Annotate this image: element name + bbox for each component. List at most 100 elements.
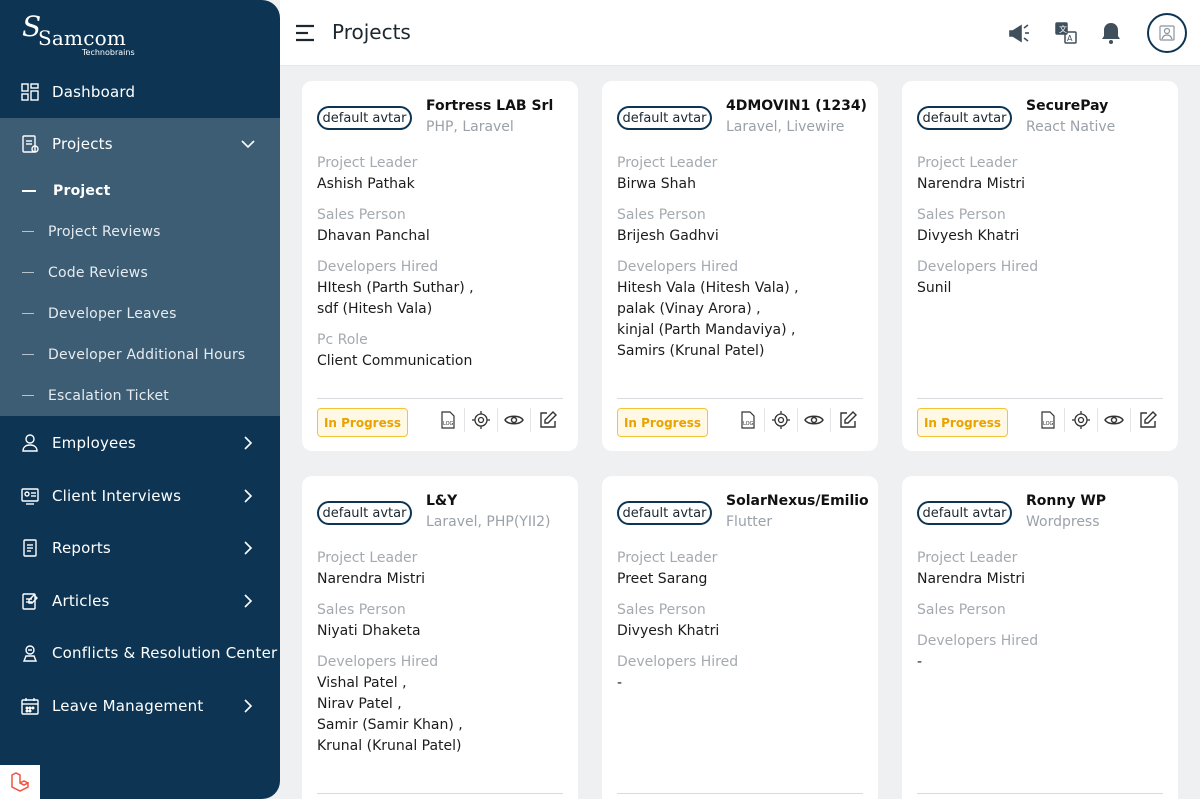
user-avatar[interactable] (1147, 13, 1187, 53)
notification-bell-icon[interactable] (1098, 20, 1124, 46)
employees-icon (20, 433, 40, 453)
project-tech: Laravel, Livewire (726, 119, 845, 135)
settings-target-icon[interactable] (1065, 408, 1098, 432)
submenu-item-project-reviews[interactable]: Project Reviews (0, 211, 280, 252)
project-leader-label: Project Leader (917, 155, 1018, 171)
card-divider (317, 793, 563, 794)
sidebar-item-leave-management[interactable]: Leave Management (0, 680, 280, 732)
project-avatar: default avtar (617, 106, 712, 130)
sidebar-item-label: Reports (52, 539, 111, 557)
chevron-right-icon (244, 594, 253, 608)
developer-entry: Hitesh Vala (Hitesh Vala) , (617, 280, 799, 296)
developer-entry: kinjal (Parth Mandaviya) , (617, 322, 796, 338)
svg-text:LOG: LOG (743, 421, 754, 427)
log-icon[interactable]: LOG (432, 408, 465, 432)
dash-marker (22, 272, 34, 273)
sidebar-item-dashboard[interactable]: Dashboard (0, 66, 280, 118)
sidebar-item-reports[interactable]: Reports (0, 522, 280, 574)
project-leader-value: Narendra Mistri (917, 571, 1026, 587)
laravel-debug-icon[interactable] (0, 765, 40, 799)
project-avatar: default avtar (917, 106, 1012, 130)
samcom-logo[interactable]: S Samcom Technobrains (22, 10, 142, 58)
sales-person-label: Sales Person (617, 207, 706, 223)
card-divider (917, 793, 1163, 794)
sidebar-item-label: Articles (52, 592, 110, 610)
sidebar-item-conflicts[interactable]: Conflicts & Resolution Center (0, 627, 280, 679)
submenu-item-code-reviews[interactable]: Code Reviews (0, 252, 280, 293)
project-card[interactable]: default avtar 4DMOVIN1 (1234) Laravel, L… (602, 81, 878, 451)
project-card[interactable]: default avtar Fortress LAB Srl PHP, Lara… (302, 81, 578, 451)
sidebar-item-label: Conflicts & Resolution Center (52, 644, 278, 662)
view-eye-icon[interactable] (1098, 408, 1131, 432)
settings-target-icon[interactable] (465, 408, 498, 432)
project-card[interactable]: default avtar SolarNexus/Emilio Flutter … (602, 476, 878, 799)
developer-entry: palak (Vinay Arora) , (617, 301, 761, 317)
dash-marker (22, 231, 34, 232)
project-tech: Flutter (726, 514, 773, 530)
sales-person-value: Niyati Dhaketa (317, 623, 421, 639)
developers-hired-label: Developers Hired (617, 259, 739, 275)
submenu-item-label: Project Reviews (48, 223, 161, 240)
project-name: Fortress LAB Srl (426, 98, 554, 114)
view-eye-icon[interactable] (498, 408, 531, 432)
card-divider (917, 398, 1163, 399)
submenu-item-developer-additional-hours[interactable]: Developer Additional Hours (0, 334, 280, 375)
project-leader-label: Project Leader (617, 155, 718, 171)
sidebar-item-client-interviews[interactable]: Client Interviews (0, 470, 280, 522)
translate-icon[interactable]: 文A (1053, 20, 1079, 46)
projects-icon (20, 134, 40, 154)
chevron-right-icon (244, 699, 253, 713)
edit-icon[interactable] (1131, 408, 1164, 432)
dash-marker (22, 313, 34, 314)
view-eye-icon[interactable] (798, 408, 831, 432)
status-badge[interactable]: In Progress (617, 408, 708, 437)
settings-target-icon[interactable] (765, 408, 798, 432)
project-leader-value: Narendra Mistri (317, 571, 426, 587)
status-badge[interactable]: In Progress (917, 408, 1008, 437)
submenu-item-label: Escalation Ticket (48, 387, 169, 404)
project-card[interactable]: default avtar L&Y Laravel, PHP(YII2) Pro… (302, 476, 578, 799)
dash-marker (22, 354, 34, 355)
project-avatar: default avtar (917, 501, 1012, 525)
submenu-item-label: Project (53, 182, 111, 199)
svg-text:A: A (1067, 34, 1073, 43)
log-icon[interactable]: LOG (1032, 408, 1065, 432)
sidebar-item-employees[interactable]: Employees (0, 417, 280, 469)
project-avatar: default avtar (317, 106, 412, 130)
developer-entry: - (617, 675, 623, 691)
project-card[interactable]: default avtar SecurePay React Native Pro… (902, 81, 1178, 451)
sidebar-item-label: Projects (52, 135, 113, 153)
project-name: L&Y (426, 493, 458, 509)
developer-entry: HItesh (Parth Suthar) , (317, 280, 474, 296)
developer-entry: Vishal Patel , (317, 675, 407, 691)
page-title: Projects (332, 20, 411, 44)
project-leader-label: Project Leader (317, 155, 418, 171)
submenu-item-developer-leaves[interactable]: Developer Leaves (0, 293, 280, 334)
submenu-item-project[interactable]: Project (0, 170, 280, 211)
project-avatar: default avtar (317, 501, 412, 525)
developers-hired-label: Developers Hired (917, 259, 1039, 275)
sidebar-item-label: Client Interviews (52, 487, 182, 505)
status-badge[interactable]: In Progress (317, 408, 408, 437)
sidebar-item-projects[interactable]: Projects (0, 118, 280, 170)
project-card[interactable]: default avtar Ronny WP Wordpress Project… (902, 476, 1178, 799)
svg-text:LOG: LOG (1043, 421, 1054, 427)
project-tech: Wordpress (1026, 514, 1100, 530)
sales-person-label: Sales Person (917, 602, 1006, 618)
developers-hired-label: Developers Hired (617, 654, 739, 670)
menu-toggle-icon[interactable] (296, 24, 316, 42)
log-icon[interactable]: LOG (732, 408, 765, 432)
submenu-item-escalation-ticket[interactable]: Escalation Ticket (0, 375, 280, 416)
sidebar-item-label: Employees (52, 434, 136, 452)
announcement-icon[interactable] (1006, 20, 1032, 46)
developer-entry: Krunal (Krunal Patel) (317, 738, 462, 754)
sidebar-item-articles[interactable]: Articles (0, 575, 280, 627)
project-name: 4DMOVIN1 (1234) (726, 98, 867, 114)
reports-icon (20, 538, 40, 558)
developers-hired-label: Developers Hired (917, 633, 1039, 649)
sales-person-value: Divyesh Khatri (617, 623, 720, 639)
edit-icon[interactable] (831, 408, 864, 432)
pc-role-label: Pc Role (317, 332, 368, 348)
project-name: Ronny WP (1026, 493, 1107, 509)
edit-icon[interactable] (531, 408, 564, 432)
